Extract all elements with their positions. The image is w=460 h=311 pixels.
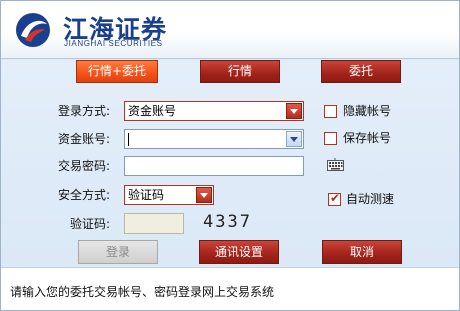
text-caret bbox=[128, 133, 129, 146]
password-label: 交易密码: bbox=[58, 159, 111, 173]
comm-settings-button[interactable]: 通讯设置 bbox=[199, 240, 279, 264]
cancel-button[interactable]: 取消 bbox=[322, 240, 402, 264]
security-method-select[interactable]: 验证码 bbox=[124, 185, 214, 205]
login-method-label: 登录方式: bbox=[58, 104, 111, 118]
save-account-label: 保存帐号 bbox=[343, 131, 392, 145]
password-field[interactable] bbox=[124, 156, 304, 176]
tab-quote-and-trade[interactable]: 行情+委托 bbox=[76, 60, 158, 83]
login-button[interactable]: 登录 bbox=[78, 240, 158, 264]
chevron-down-icon[interactable] bbox=[196, 187, 212, 203]
captcha-input[interactable] bbox=[124, 213, 184, 234]
captcha-label: 验证码: bbox=[70, 217, 111, 231]
save-account-checkbox[interactable] bbox=[324, 132, 337, 145]
login-method-select[interactable]: 资金账号 bbox=[124, 101, 304, 121]
chevron-down-icon[interactable] bbox=[286, 131, 302, 147]
account-combo[interactable] bbox=[124, 129, 304, 149]
status-footer: 请输入您的委托交易帐号、密码登录网上交易系统 bbox=[1, 267, 459, 310]
brand-header: 江海证券 JIANGHAI SECURITIES bbox=[1, 1, 459, 59]
security-method-label: 安全方式: bbox=[58, 188, 111, 202]
keyboard-icon[interactable] bbox=[327, 158, 344, 171]
checkmark-icon: ✔ bbox=[330, 191, 341, 205]
account-label: 资金账号: bbox=[58, 132, 111, 146]
tab-quote[interactable]: 行情 bbox=[200, 60, 280, 83]
auto-speed-test-label: 自动测速 bbox=[346, 192, 395, 206]
security-method-value: 验证码 bbox=[128, 188, 165, 202]
auto-speed-test-checkbox[interactable]: ✔ bbox=[328, 191, 341, 206]
brand-name-en: JIANGHAI SECURITIES bbox=[64, 39, 163, 48]
login-method-value: 资金账号 bbox=[128, 104, 177, 118]
chevron-down-icon[interactable] bbox=[286, 103, 302, 119]
footer-hint: 请输入您的委托交易帐号、密码登录网上交易系统 bbox=[10, 285, 275, 299]
hide-account-label: 隐藏帐号 bbox=[343, 104, 392, 118]
tab-trade[interactable]: 委托 bbox=[321, 60, 401, 83]
jianghai-logo-icon bbox=[16, 13, 50, 47]
captcha-image[interactable]: 4337 bbox=[203, 211, 267, 233]
hide-account-checkbox[interactable] bbox=[324, 105, 337, 118]
